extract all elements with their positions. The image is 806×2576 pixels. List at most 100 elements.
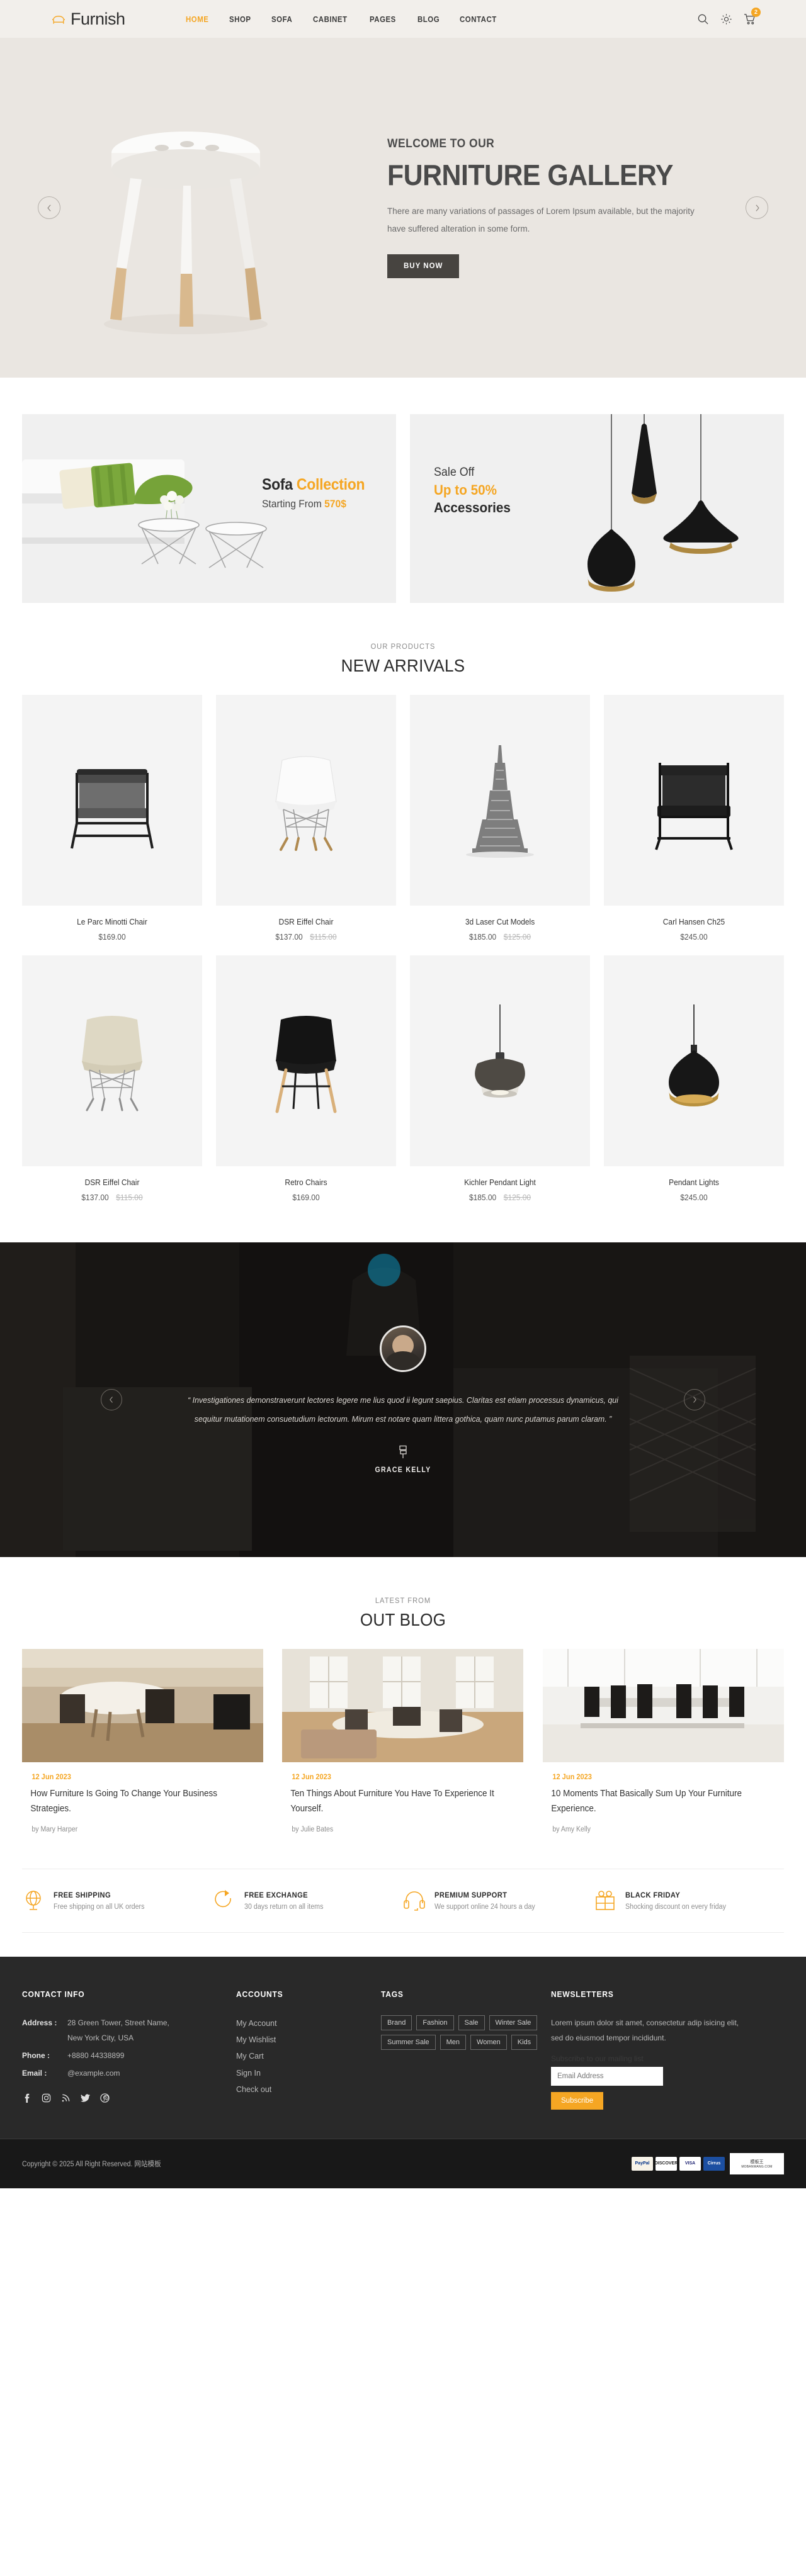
footer-link-check-out[interactable]: Check out [236,2081,368,2098]
tag-kids[interactable]: Kids [511,2034,538,2050]
feature-subtitle: 30 days return on all items [244,1903,323,1911]
products-title: NEW ARRIVALS [341,656,465,675]
main-nav: HOME SHOP SOFA CABINET PAGES BLOG CONTAC… [186,14,502,24]
search-icon[interactable] [697,13,709,25]
footer-link-my-cart[interactable]: My Cart [236,2048,368,2064]
armchair-icon [50,12,67,26]
blog-post-title: Ten Things About Furniture You Have To E… [290,1789,495,1814]
tag-winter-sale[interactable]: Winter Sale [489,2015,538,2030]
blog-kicker: LATEST FROM [375,1596,431,1605]
nav-item-pages[interactable]: PAGES [370,14,396,24]
watermark-top-text: 模板王 [750,2159,764,2164]
blog-card[interactable]: 12 Jun 2023 10 Moments That Basically Su… [542,1649,784,1833]
testimonial-next-arrow[interactable] [684,1389,705,1410]
product-price-current: $137.00 [81,1193,109,1202]
headset-icon [403,1889,426,1912]
instagram-icon[interactable] [42,2093,51,2103]
hero-prev-arrow[interactable] [38,196,60,219]
blog-card[interactable]: 12 Jun 2023 How Furniture Is Going To Ch… [22,1649,263,1833]
footer-email-row: Email : @example.com [22,2066,224,2081]
product-card[interactable]: Kichler Pendant Light $185.00 $125.00 [410,955,590,1202]
feature-title: FREE EXCHANGE [244,1890,308,1899]
products-section-header: OUR PRODUCTS NEW ARRIVALS [22,603,784,695]
product-card[interactable]: DSR Eiffel Chair $137.00 $115.00 [216,695,396,942]
hero-title: FURNITURE GALLERY [387,158,673,191]
facebook-icon[interactable] [22,2093,31,2103]
cart-count-badge: 2 [751,7,761,17]
product-card[interactable]: 3d Laser Cut Models $185.00 $125.00 [410,695,590,942]
footer-link-my-wishlist[interactable]: My Wishlist [236,2032,368,2048]
promo-banner-sofa[interactable]: Sofa Collection Starting From 570$ [22,414,396,603]
testimonial-prev-arrow[interactable] [101,1389,122,1410]
tag-summer-sale[interactable]: Summer Sale [381,2034,436,2050]
subscribe-button[interactable]: Subscribe [551,2091,604,2110]
blog-image [22,1649,263,1762]
promo-sofa-price: 570$ [324,498,346,510]
tag-fashion[interactable]: Fashion [416,2015,454,2030]
blog-date: 12 Jun 2023 [31,1772,71,1781]
product-price: $169.00 [223,1193,389,1202]
footer-link-sign-in[interactable]: Sign In [236,2065,368,2081]
nav-item-blog[interactable]: BLOG [417,14,440,24]
feature-free-shipping: FREE SHIPPING Free shipping on all UK or… [22,1889,213,1912]
brand-logo[interactable]: Furnish [50,9,125,29]
buy-now-button[interactable]: BUY NOW [387,254,460,279]
product-image [410,695,590,906]
product-name: Pendant Lights [669,1178,719,1187]
tag-women[interactable]: Women [470,2034,507,2050]
product-card[interactable]: DSR Eiffel Chair $137.00 $115.00 [22,955,202,1202]
cart-icon[interactable]: 2 [744,7,761,25]
hero-next-arrow[interactable] [746,196,768,219]
blog-date: 12 Jun 2023 [552,1772,592,1781]
blog-title: OUT BLOG [360,1610,446,1629]
product-card[interactable]: Retro Chairs $169.00 [216,955,396,1202]
products-kicker: OUR PRODUCTS [370,642,436,651]
nav-item-contact[interactable]: CONTACT [460,14,497,24]
blog-grid: 12 Jun 2023 How Furniture Is Going To Ch… [22,1649,784,1833]
nav-item-shop[interactable]: SHOP [229,14,251,24]
blog-card[interactable]: 12 Jun 2023 Ten Things About Furniture Y… [282,1649,524,1833]
feature-black-friday: BLACK FRIDAY Shocking discount on every … [594,1889,785,1912]
paypal-icon: PayPal [632,2156,653,2171]
nav-item-cabinet[interactable]: CABINET [313,14,348,24]
phone-label: Phone : [22,2050,50,2060]
product-price-current: $185.00 [468,1193,497,1202]
promo-accessories-line3: Accessories [434,500,511,515]
newsletter-note: Subscribe to our mailing list [551,2054,644,2063]
twitter-icon[interactable] [81,2093,90,2103]
hero-description: There are many variations of passages of… [387,206,695,234]
newsletter-description: Lorem ipsum dolor sit amet, consectetur … [551,2018,739,2042]
footer-link-my-account[interactable]: My Account [236,2015,368,2032]
tag-list: Brand Fashion Sale Winter Sale Summer Sa… [381,2015,538,2050]
visa-icon: VISA [679,2156,701,2171]
gear-icon[interactable] [720,13,732,25]
footer-newsletter-title: NEWSLETTERS [551,1989,614,1999]
product-image [216,695,396,906]
site-footer: CONTACT INFO Address : 28 Green Tower, S… [0,1956,806,2188]
pinterest-icon[interactable] [100,2093,110,2103]
feature-free-exchange: FREE EXCHANGE 30 days return on all item… [213,1889,404,1912]
footer-tags-title: TAGS [381,1989,404,1999]
product-name: Retro Chairs [285,1178,327,1187]
tag-sale[interactable]: Sale [458,2015,485,2030]
feature-premium-support: PREMIUM SUPPORT We support online 24 hou… [403,1889,594,1912]
tag-brand[interactable]: Brand [381,2015,412,2030]
product-card[interactable]: Le Parc Minotti Chair $169.00 [22,695,202,942]
product-price-old: $115.00 [116,1193,143,1202]
tag-men[interactable]: Men [440,2034,467,2050]
footer-address-row: Address : 28 Green Tower, Street Name, N… [22,2015,224,2045]
product-card[interactable]: Carl Hansen Ch25 $245.00 [604,695,784,942]
rss-icon[interactable] [61,2093,71,2103]
newsletter-email-input[interactable] [551,2066,663,2086]
header-actions: 2 [697,7,761,25]
email-label: Email : [22,2068,47,2078]
watermark-bottom-text: MOBANWANG.COM [741,2164,773,2169]
quote-mark-icon [398,1445,408,1459]
nav-item-home[interactable]: HOME [186,14,208,24]
discover-icon: DISCOVER [656,2156,677,2171]
product-card[interactable]: Pendant Lights $245.00 [604,955,784,1202]
nav-item-sofa[interactable]: SOFA [271,14,292,24]
product-price-current: $245.00 [680,932,708,942]
hero-product-image [22,72,349,343]
promo-banner-accessories[interactable]: Sale Off Up to 50% Accessories [410,414,784,603]
